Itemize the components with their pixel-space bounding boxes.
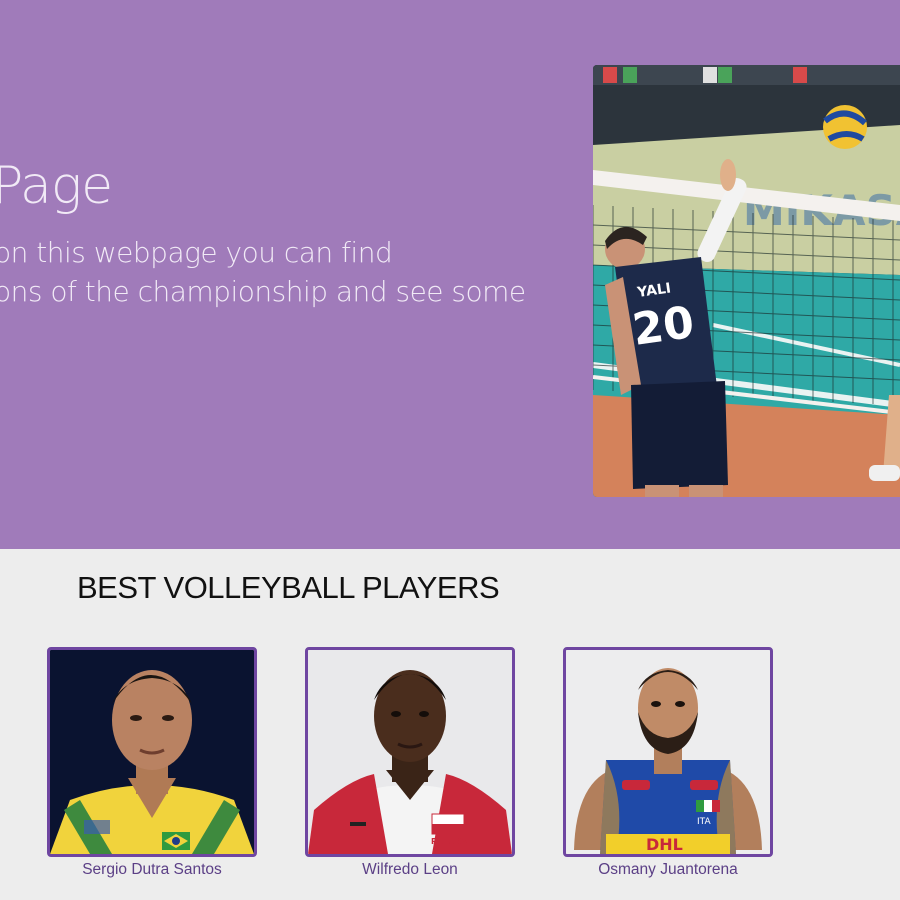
jersey-text: ITA xyxy=(697,817,711,827)
player-card[interactable]: Sergio Dutra Santos xyxy=(47,647,257,882)
hero-description: on this webpage you can find ons of the … xyxy=(0,233,526,311)
jersey-text: POLSKA xyxy=(431,837,468,846)
player-name: Osmany Juantorena xyxy=(598,861,738,878)
player-card[interactable]: POLSKA Wilfredo Leon xyxy=(305,647,515,882)
jersey-number: 20 xyxy=(629,297,697,356)
hero-volleyball-photo: MIKASA xyxy=(593,65,900,497)
player-photo[interactable]: POLSKA xyxy=(305,647,515,857)
player-name: Wilfredo Leon xyxy=(362,861,458,878)
player-name: Sergio Dutra Santos xyxy=(82,861,222,878)
player-photo[interactable] xyxy=(47,647,257,857)
player-card[interactable]: DHL ITA Osmany Juantorena xyxy=(563,647,773,882)
player-photo[interactable]: DHL ITA xyxy=(563,647,773,857)
players-heading: BEST VOLLEYBALL PLAYERS xyxy=(77,570,500,605)
svg-text:DHL: DHL xyxy=(646,835,683,854)
hero-title: Page xyxy=(0,156,113,216)
hero-section: Page on this webpage you can find ons of… xyxy=(0,0,900,549)
hero-description-line: ons of the championship and see some xyxy=(0,275,526,308)
hero-description-line: on this webpage you can find xyxy=(0,236,393,269)
